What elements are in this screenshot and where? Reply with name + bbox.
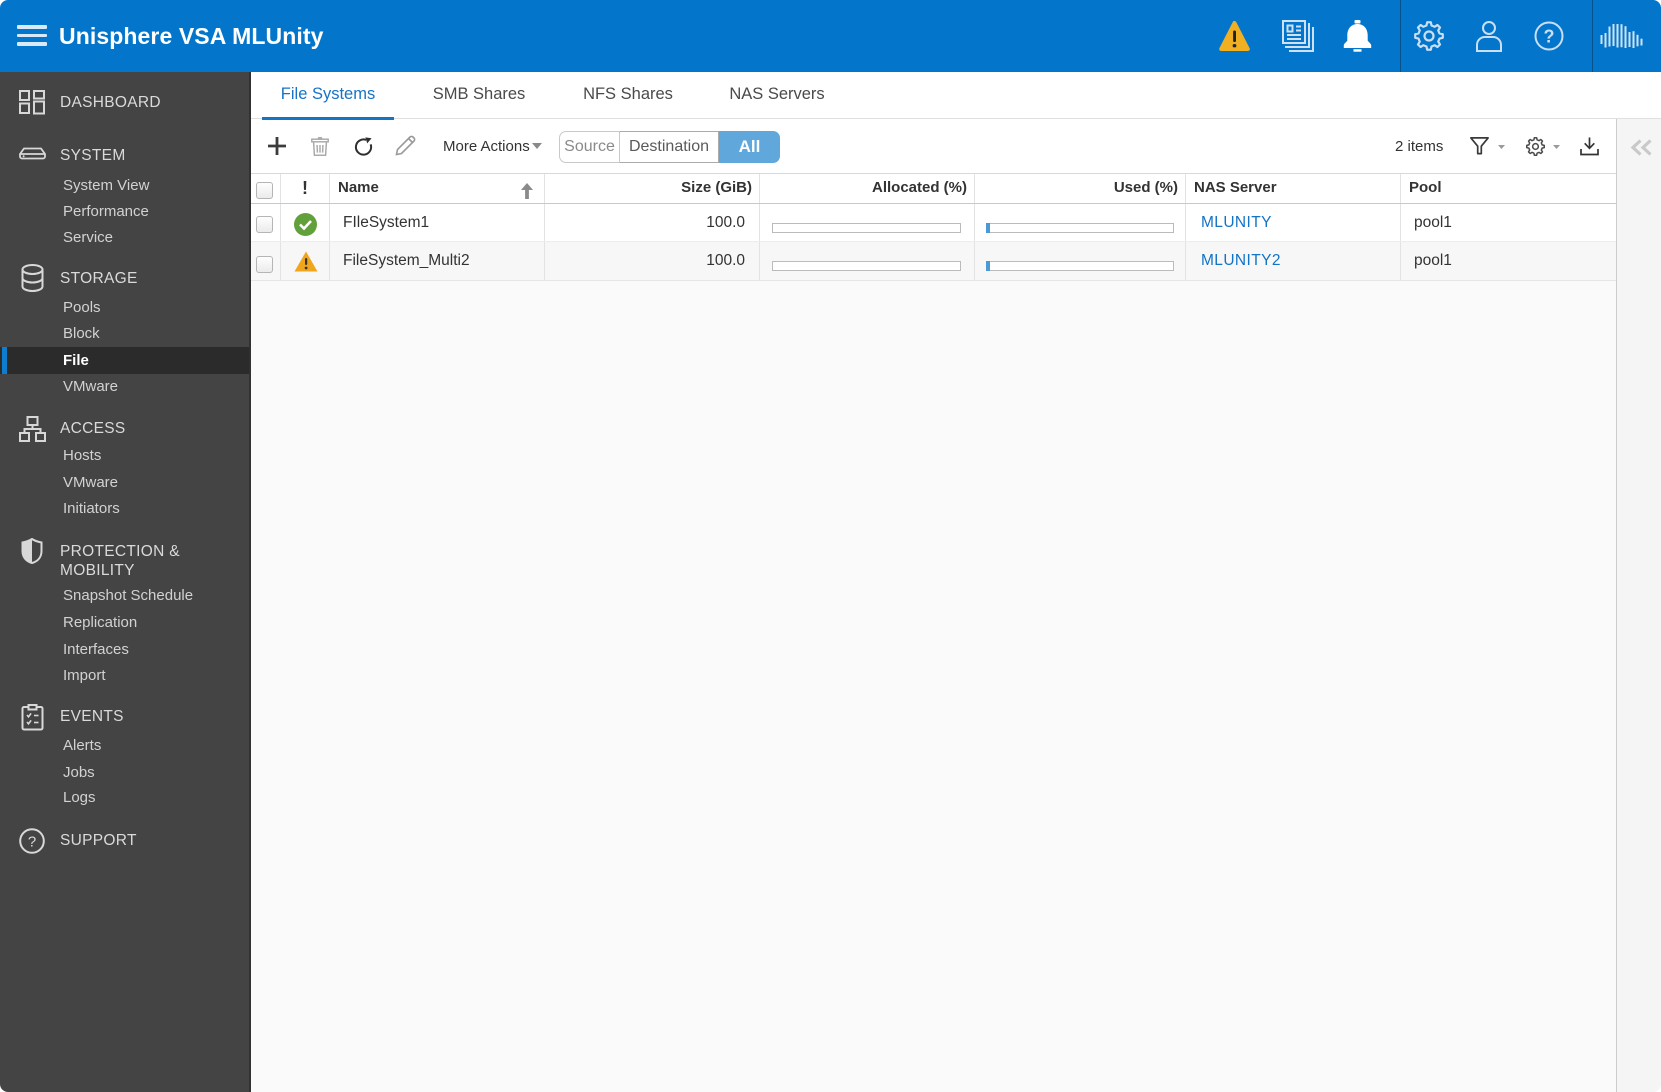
svg-text:?: ?: [28, 833, 36, 850]
svg-text:?: ?: [1544, 27, 1555, 47]
